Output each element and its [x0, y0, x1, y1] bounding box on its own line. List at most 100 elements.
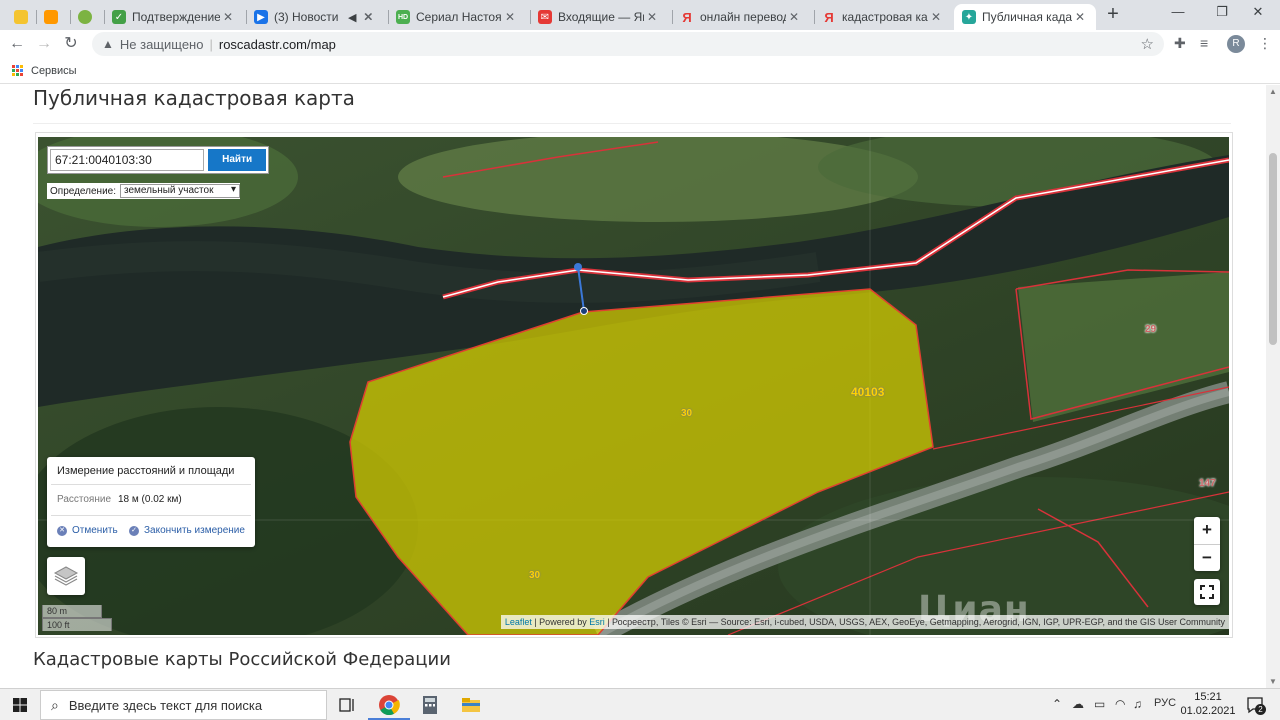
date: 01.02.2021 — [1180, 705, 1236, 717]
calculator-icon[interactable] — [418, 693, 442, 717]
definition-control: Определение: земельный участок — [47, 183, 241, 199]
esri-link[interactable]: Esri — [589, 617, 605, 627]
reload-button[interactable]: ↻ — [60, 34, 82, 56]
apps-icon — [12, 65, 23, 76]
definition-select[interactable]: земельный участок — [120, 184, 241, 198]
new-tab-button[interactable]: + — [1102, 4, 1124, 25]
warning-icon: ▲ — [102, 37, 114, 51]
attribution-text: | Powered by — [531, 617, 590, 627]
tab-5[interactable]: ◀ ✕ — [340, 4, 384, 30]
close-icon[interactable]: ✕ — [786, 10, 802, 24]
menu-icon[interactable]: ⋮ — [1258, 35, 1272, 52]
zoom-in-button[interactable]: + — [1194, 517, 1220, 544]
play-icon: ▶ — [254, 10, 268, 24]
chevron-up-icon[interactable]: ⌃ — [1052, 697, 1062, 711]
map-canvas[interactable]: 30 30 40103 29 147 Циан 67:21:0040103:30… — [38, 137, 1229, 635]
tab-0[interactable] — [6, 4, 36, 30]
taskbar-search[interactable]: ⌕ Введите здесь текст для поиска — [40, 690, 327, 720]
scale-bar: 80 m 100 ft — [42, 605, 114, 631]
security-label: Не защищено — [119, 36, 204, 52]
extensions-icon[interactable]: ✚ — [1174, 35, 1186, 52]
wifi-icon[interactable]: ◠ — [1115, 697, 1125, 711]
address-bar[interactable]: ▲ Не защищено | roscadastr.com/map ☆ — [92, 32, 1164, 56]
notification-count: 2 — [1255, 704, 1266, 715]
minimize-button[interactable]: — — [1156, 4, 1200, 24]
cadastral-number-input[interactable]: 67:21:0040103:30 — [50, 149, 205, 171]
close-icon[interactable]: ✕ — [1072, 10, 1088, 24]
tab-9[interactable]: Якадастровая карта✕ — [814, 4, 952, 30]
tab-8[interactable]: Яонлайн переводчи✕ — [672, 4, 810, 30]
back-button[interactable]: ← — [6, 34, 28, 56]
scroll-up-icon[interactable]: ▲ — [1266, 87, 1280, 96]
onedrive-icon[interactable]: ☁ — [1072, 697, 1084, 711]
close-window-button[interactable]: ✕ — [1236, 4, 1280, 24]
bookmark-star-icon[interactable]: ☆ — [1141, 35, 1154, 53]
layers-button[interactable] — [47, 557, 85, 595]
battery-icon[interactable]: ▭ — [1094, 697, 1105, 711]
parcel-label: 29 — [1145, 324, 1157, 335]
tab-active[interactable]: ✦Публичная кадастр✕ — [954, 4, 1096, 30]
finish-measure-button[interactable]: ✓ Закончить измерение — [129, 525, 245, 536]
tab-1[interactable] — [36, 4, 66, 30]
divider — [51, 484, 251, 485]
block-label: 40103 — [851, 385, 885, 399]
start-button[interactable] — [0, 689, 40, 720]
zoom-out-button[interactable]: − — [1194, 544, 1220, 571]
layers-icon — [53, 566, 79, 586]
notifications-icon[interactable]: 2 — [1245, 695, 1266, 715]
chrome-icon[interactable] — [377, 693, 401, 717]
dots-icon — [78, 10, 92, 24]
cancel-measure-button[interactable]: ✕ Отменить — [57, 525, 118, 536]
close-icon[interactable]: ✕ — [220, 10, 236, 24]
scale-imperial: 100 ft — [42, 618, 112, 631]
taskbar: ⌕ Введите здесь текст для поиска ⌃ ☁ ▭ ◠… — [0, 688, 1280, 720]
page-scrollbar[interactable]: ▲ ▼ — [1266, 85, 1280, 688]
fullscreen-icon — [1200, 585, 1214, 599]
section-title: Кадастровые карты Российской Федерации — [33, 649, 451, 670]
scroll-down-icon[interactable]: ▼ — [1266, 677, 1280, 686]
speaker-icon: ◀ — [348, 11, 357, 24]
language-indicator[interactable]: РУС — [1154, 697, 1176, 709]
volume-icon[interactable]: ♫ — [1133, 697, 1142, 711]
tab-6[interactable]: HDСериал Настоящий✕ — [388, 4, 526, 30]
yandex-icon: Я — [824, 9, 834, 25]
map-attribution: Leaflet | Powered by Esri | Росреестр, T… — [500, 615, 1229, 629]
fullscreen-button[interactable] — [1194, 579, 1220, 605]
divider — [33, 123, 1231, 124]
task-view-icon[interactable] — [335, 693, 359, 717]
close-icon[interactable]: ✕ — [928, 10, 944, 24]
finish-label: Закончить измерение — [144, 525, 245, 536]
distance-value: 18 м (0.02 км) — [118, 494, 182, 505]
forward-button[interactable]: → — [33, 34, 55, 56]
scale-metric: 80 m — [42, 605, 102, 618]
windows-icon — [13, 698, 27, 712]
scroll-thumb[interactable] — [1269, 153, 1277, 345]
bookmarks-bar: Сервисы — [0, 58, 1280, 84]
close-icon[interactable]: ✕ — [360, 10, 376, 24]
zoom-control: + − — [1194, 517, 1220, 571]
tab-7[interactable]: ✉Входящие — Яндек✕ — [530, 4, 668, 30]
tab-2[interactable] — [70, 4, 104, 30]
cadastral-search: 67:21:0040103:30 Найти — [47, 146, 269, 174]
search-placeholder: Введите здесь текст для поиска — [68, 697, 263, 713]
search-button[interactable]: Найти — [208, 149, 266, 171]
page-title: Публичная кадастровая карта — [33, 86, 355, 110]
avatar[interactable]: R — [1227, 35, 1245, 53]
browser-toolbar: ← → ↻ ▲ Не защищено | roscadastr.com/map… — [0, 30, 1280, 58]
definition-label: Определение: — [50, 185, 117, 197]
tab-3[interactable]: ✓Подтверждение да✕ — [104, 4, 244, 30]
close-icon[interactable]: ✕ — [502, 10, 518, 24]
parcel-label: 30 — [529, 570, 541, 581]
mail-icon: ✉ — [538, 10, 552, 24]
leaflet-link[interactable]: Leaflet — [505, 617, 532, 627]
hd-icon: HD — [396, 10, 410, 24]
media-icon[interactable]: ≡ — [1200, 35, 1208, 51]
cancel-icon: ✕ — [57, 525, 67, 536]
file-explorer-icon[interactable] — [459, 693, 483, 717]
apps-bookmark[interactable]: Сервисы — [31, 65, 77, 77]
yandex-icon: Я — [682, 9, 692, 25]
clock[interactable]: 15:21 01.02.2021 — [1180, 690, 1236, 718]
page-content: Публичная кадастровая карта 30 30 40103 … — [0, 85, 1266, 688]
satellite-imagery — [38, 137, 1229, 635]
close-icon[interactable]: ✕ — [644, 10, 660, 24]
